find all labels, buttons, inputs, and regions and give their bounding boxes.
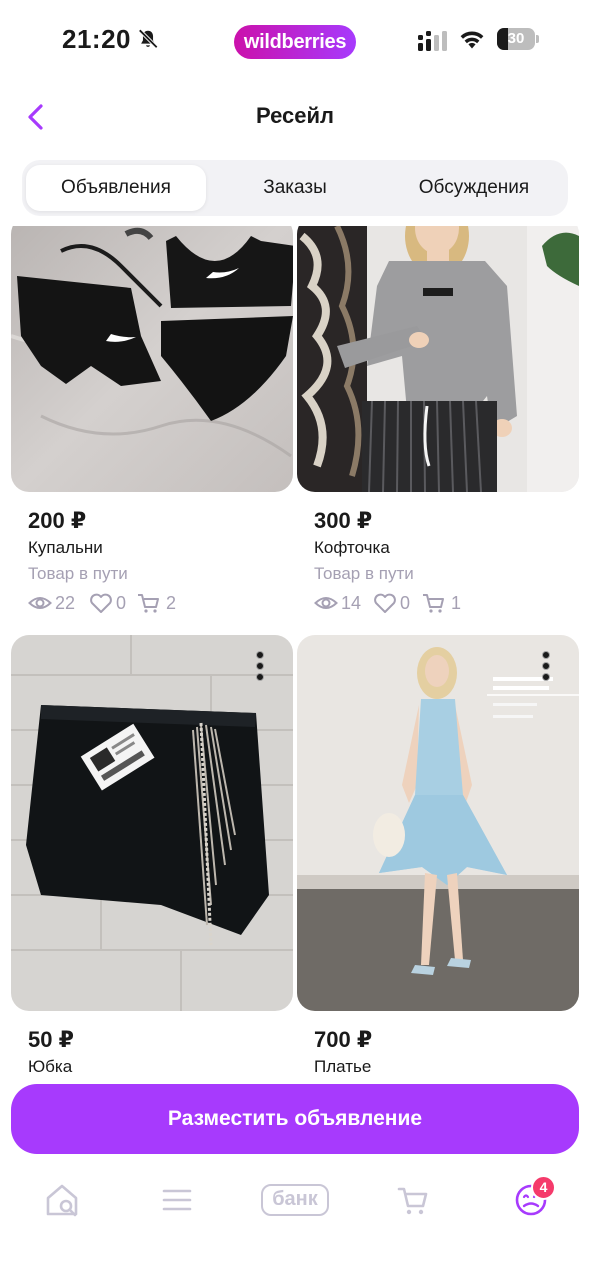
listing-name: Купальни <box>28 538 103 557</box>
cart-icon <box>138 594 159 613</box>
skirt-photo <box>11 635 293 1011</box>
listing-card[interactable]: 200 ₽ Купальни Товар в пути 22 0 2 <box>11 226 293 626</box>
page-title: Ресейл <box>255 103 335 128</box>
carts-count: 1 <box>451 593 462 613</box>
tab-discussions[interactable]: Обсуждения <box>384 165 564 211</box>
bottom-nav: банк 4 <box>0 1162 590 1280</box>
tab-listings[interactable]: Объявления <box>26 165 206 211</box>
menu-icon[interactable] <box>157 1180 197 1220</box>
heart-icon <box>90 593 112 613</box>
listing-image[interactable] <box>11 226 293 492</box>
listing-image[interactable] <box>297 226 579 492</box>
listing-name: Юбка <box>28 1057 73 1076</box>
status-bar: 21:20 wildberries 30 <box>0 0 590 84</box>
listings-grid: 200 ₽ Купальни Товар в пути 22 0 2 300 ₽… <box>0 226 590 1082</box>
eye-icon <box>314 597 338 609</box>
views-count: 22 <box>55 593 76 613</box>
top-photo <box>297 226 579 492</box>
bank-icon[interactable]: банк <box>261 1184 329 1216</box>
home-search-icon[interactable] <box>42 1180 82 1220</box>
listing-status: Товар в пути <box>28 564 128 583</box>
listing-stats: 14 0 1 <box>314 592 514 614</box>
listing-stats: 22 0 2 <box>28 592 228 614</box>
swimsuit-photo <box>11 226 293 492</box>
eye-icon <box>28 597 52 609</box>
likes-count: 0 <box>400 593 411 613</box>
listing-card[interactable]: 300 ₽ Кофточка Товар в пути 14 0 1 <box>297 226 579 626</box>
more-options-button[interactable] <box>253 651 267 685</box>
battery-icon: 30 <box>497 28 539 50</box>
tabs: Объявления Заказы Обсуждения <box>22 160 568 216</box>
listing-image[interactable] <box>297 635 579 1011</box>
cart-icon <box>423 594 444 613</box>
likes-count: 0 <box>116 593 127 613</box>
bell-muted-icon <box>138 28 159 49</box>
profile-badge: 4 <box>531 1175 556 1200</box>
post-listing-button[interactable]: Разместить объявление <box>11 1084 579 1154</box>
status-time: 21:20 <box>62 24 131 54</box>
listing-image[interactable] <box>11 635 293 1011</box>
dress-photo <box>297 635 579 1011</box>
listing-card[interactable]: 700 ₽ Платье <box>297 635 579 1082</box>
wifi-icon <box>460 31 484 49</box>
cart-icon[interactable] <box>393 1180 433 1220</box>
listing-name: Платье <box>314 1057 372 1076</box>
listing-status: Товар в пути <box>314 564 414 583</box>
wildberries-logo: wildberries <box>234 25 356 59</box>
listing-price: 200 ₽ <box>28 508 87 533</box>
listing-price: 50 ₽ <box>28 1027 74 1052</box>
cellular-signal-icon <box>418 31 447 51</box>
heart-icon <box>374 593 396 613</box>
listing-card[interactable]: 50 ₽ Юбка <box>11 635 293 1082</box>
listing-price: 300 ₽ <box>314 508 373 533</box>
carts-count: 2 <box>166 593 177 613</box>
tab-orders[interactable]: Заказы <box>206 165 384 211</box>
listing-name: Кофточка <box>314 538 390 557</box>
more-options-button[interactable] <box>539 651 553 685</box>
battery-level: 30 <box>507 30 525 47</box>
listing-price: 700 ₽ <box>314 1027 373 1052</box>
views-count: 14 <box>341 593 362 613</box>
